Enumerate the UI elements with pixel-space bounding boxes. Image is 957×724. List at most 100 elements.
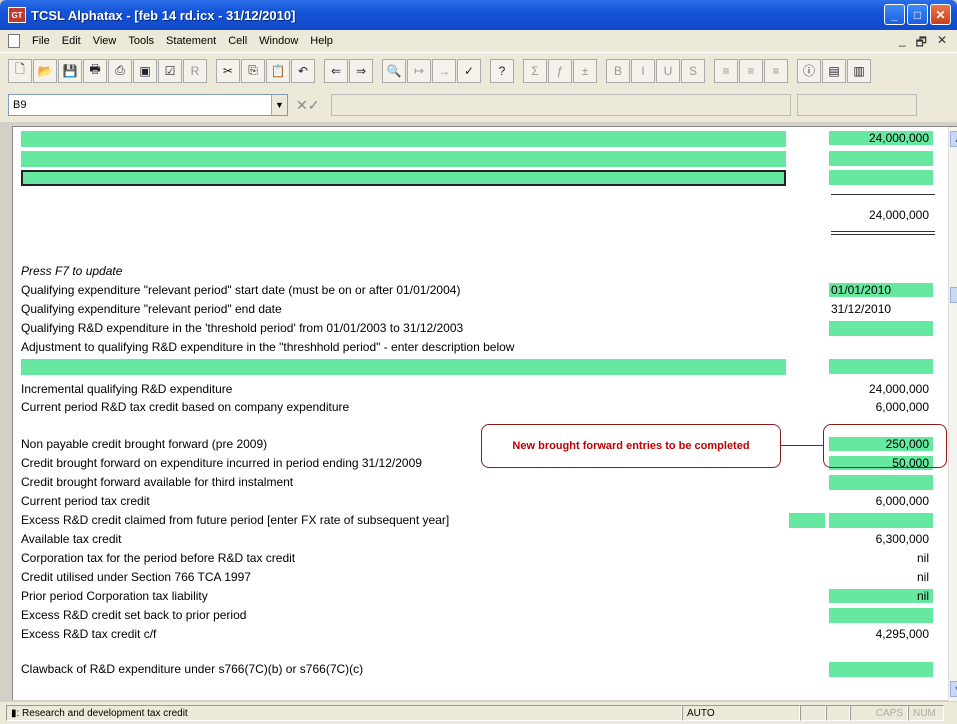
- back-icon[interactable]: ⇐: [324, 58, 348, 83]
- menu-help[interactable]: Help: [304, 35, 339, 47]
- next-icon[interactable]: →: [432, 58, 456, 83]
- top-value[interactable]: 24,000,000: [829, 131, 933, 145]
- annotation-callout: New brought forward entries to be comple…: [481, 424, 781, 468]
- selected-cell-b9[interactable]: [21, 170, 786, 186]
- chevron-down-icon[interactable]: ▼: [271, 95, 287, 115]
- info-icon[interactable]: ⓘ: [797, 58, 821, 83]
- menu-tools[interactable]: Tools: [122, 35, 160, 47]
- input-cell[interactable]: [829, 513, 933, 528]
- save-icon[interactable]: 💾: [58, 58, 82, 83]
- open-icon[interactable]: 📂: [33, 58, 57, 83]
- start-date-cell[interactable]: 01/01/2010: [829, 283, 933, 297]
- cancel-check-icons[interactable]: ✕✓: [296, 97, 319, 114]
- align-right-icon[interactable]: ≡: [764, 58, 788, 83]
- r-icon[interactable]: R: [183, 58, 207, 83]
- row-label: Qualifying expenditure "relevant period"…: [21, 302, 282, 316]
- menu-statement[interactable]: Statement: [160, 35, 222, 47]
- cut-icon[interactable]: ✂: [216, 58, 240, 83]
- row-label: Clawback of R&D expenditure under s766(7…: [21, 662, 364, 676]
- italic-icon[interactable]: I: [631, 58, 655, 83]
- spellcheck-icon[interactable]: ✓: [457, 58, 481, 83]
- toolbar: 🗋 📂 💾 🖶 ⎙ ▣ ☑ R ✂ ⎘ 📋 ↶ ⇐ ⇒ 🔍 ↦ → ✓ ? Σ …: [0, 52, 957, 88]
- help-icon[interactable]: ?: [490, 58, 514, 83]
- callout-highlight-box: [823, 424, 947, 468]
- input-cell[interactable]: [829, 608, 933, 623]
- fx-icon[interactable]: ƒ: [548, 58, 572, 83]
- row-value: 6,000,000: [875, 494, 929, 508]
- maximize-button[interactable]: □: [907, 4, 928, 25]
- undo-icon[interactable]: ↶: [291, 58, 315, 83]
- input-band-1[interactable]: [21, 131, 786, 147]
- form-help-icon[interactable]: ▥: [847, 58, 871, 83]
- row-label: Non payable credit brought forward (pre …: [21, 437, 268, 451]
- end-date-cell: 31/12/2010: [831, 302, 892, 316]
- scroll-up-icon[interactable]: ▲: [950, 131, 957, 147]
- mdi-restore-icon[interactable]: 🗗: [916, 33, 927, 54]
- find-icon[interactable]: 🔍: [382, 58, 406, 83]
- minimize-button[interactable]: _: [884, 4, 905, 25]
- row-label: Prior period Corporation tax liability: [21, 589, 208, 603]
- style-icon[interactable]: S: [681, 58, 705, 83]
- input-cell[interactable]: [829, 151, 933, 166]
- print-icon[interactable]: 🖶: [83, 58, 107, 83]
- align-center-icon[interactable]: ≡: [739, 58, 763, 83]
- input-cell[interactable]: [829, 662, 933, 677]
- print-preview-icon[interactable]: ⎙: [108, 58, 132, 83]
- input-cell[interactable]: [829, 475, 933, 490]
- goto-icon[interactable]: ↦: [407, 58, 431, 83]
- input-band-2[interactable]: [21, 151, 786, 167]
- menu-cell[interactable]: Cell: [222, 35, 253, 47]
- row-label: Current period R&D tax credit based on c…: [21, 400, 350, 414]
- row-label: Current period tax credit: [21, 494, 150, 508]
- row-label: Adjustment to qualifying R&D expenditure…: [21, 340, 515, 354]
- spreadsheet[interactable]: 24,000,000 24,000,000 Press F7 to update…: [12, 126, 957, 701]
- input-cell[interactable]: [829, 321, 933, 336]
- underline-icon[interactable]: U: [656, 58, 680, 83]
- menu-window[interactable]: Window: [253, 35, 304, 47]
- row-value: 24,000,000: [868, 382, 929, 396]
- row-label: Qualifying expenditure "relevant period"…: [21, 283, 461, 297]
- row-label: Excess R&D tax credit c/f: [21, 627, 157, 641]
- description-band[interactable]: [21, 359, 786, 375]
- view-icon[interactable]: ▣: [133, 58, 157, 83]
- formula-input[interactable]: [331, 94, 792, 116]
- menu-edit[interactable]: Edit: [56, 35, 87, 47]
- close-button[interactable]: ✕: [930, 4, 951, 25]
- vertical-scrollbar[interactable]: ▲ ▼: [948, 127, 957, 701]
- edit-icon[interactable]: ☑: [158, 58, 182, 83]
- sum-icon[interactable]: Σ: [523, 58, 547, 83]
- input-cell[interactable]: [829, 170, 933, 185]
- callout-connector: [781, 445, 823, 446]
- row-label: Credit brought forward available for thi…: [21, 475, 294, 489]
- input-cell[interactable]: [829, 359, 933, 374]
- paste-icon[interactable]: 📋: [266, 58, 290, 83]
- total-value: 24,000,000: [868, 208, 929, 222]
- cell-reference-box[interactable]: B9 ▼: [8, 94, 288, 116]
- row-label: Excess R&D credit set back to prior peri…: [21, 608, 247, 622]
- sign-icon[interactable]: ±: [573, 58, 597, 83]
- new-icon[interactable]: 🗋: [8, 58, 32, 83]
- align-left-icon[interactable]: ≡: [714, 58, 738, 83]
- row-value: 4,295,000: [875, 627, 929, 641]
- menu-view[interactable]: View: [87, 35, 123, 47]
- mdi-minimize-icon[interactable]: _: [899, 33, 906, 54]
- divider: [831, 234, 935, 235]
- form-icon[interactable]: ▤: [822, 58, 846, 83]
- status-mode: AUTO: [682, 705, 800, 721]
- prior-period-ct-cell[interactable]: nil: [829, 589, 933, 603]
- fx-rate-cell[interactable]: [789, 513, 825, 528]
- status-description: ▮: Research and development tax credit: [6, 705, 682, 721]
- scroll-thumb[interactable]: [950, 287, 957, 303]
- mdi-close-icon[interactable]: ✕: [937, 33, 947, 54]
- copy-icon[interactable]: ⎘: [241, 58, 265, 83]
- status-caps: CAPS: [850, 705, 908, 721]
- scroll-down-icon[interactable]: ▼: [950, 681, 957, 697]
- bold-icon[interactable]: B: [606, 58, 630, 83]
- document-icon[interactable]: [8, 34, 20, 48]
- cell-reference: B9: [13, 99, 27, 111]
- row-value: 6,000,000: [875, 400, 929, 414]
- divider: [831, 231, 935, 232]
- menu-file[interactable]: File: [26, 35, 56, 47]
- row-value: nil: [916, 570, 929, 584]
- forward-icon[interactable]: ⇒: [349, 58, 373, 83]
